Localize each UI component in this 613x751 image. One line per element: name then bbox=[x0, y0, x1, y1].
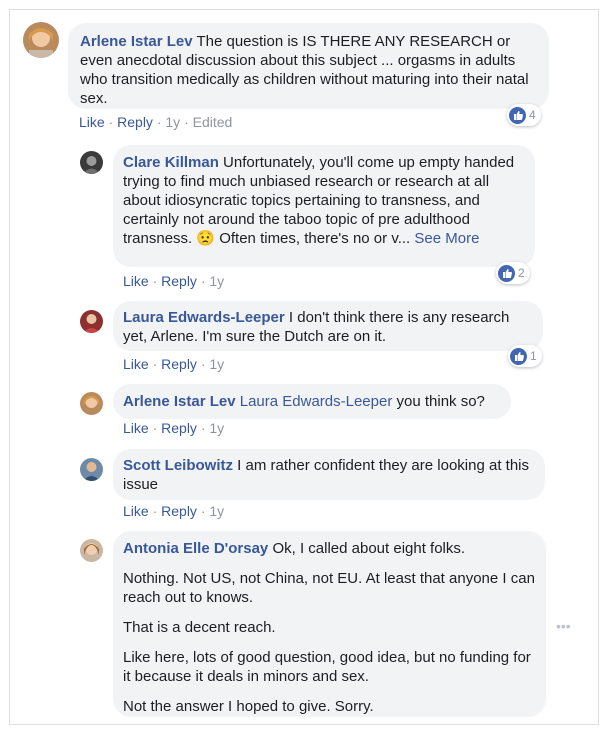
comment-bubble: Antonia Elle D'orsay Ok, I called about … bbox=[113, 531, 546, 717]
comment-bubble: Arlene Istar Lev Laura Edwards-Leeper yo… bbox=[113, 384, 511, 419]
see-more-link[interactable]: See More bbox=[414, 230, 479, 247]
comment-bubble: Scott Leibowitz I am rather confident th… bbox=[113, 449, 545, 500]
comment-paragraph: Nothing. Not US, not China, not EU. At l… bbox=[123, 570, 535, 606]
like-link[interactable]: Like bbox=[123, 273, 149, 289]
timestamp[interactable]: 1y bbox=[209, 356, 224, 372]
ellipsis-icon[interactable]: ••• bbox=[556, 618, 571, 634]
like-link[interactable]: Like bbox=[123, 420, 149, 436]
like-link[interactable]: Like bbox=[79, 114, 105, 130]
comment-actions: Like · Reply · 1y bbox=[123, 503, 225, 519]
avatar[interactable] bbox=[80, 458, 103, 481]
comment-author[interactable]: Antonia Elle D'orsay bbox=[123, 540, 268, 557]
avatar[interactable] bbox=[80, 539, 103, 562]
reaction-count[interactable]: 1 bbox=[508, 345, 542, 367]
comment-text: you think so? bbox=[392, 393, 485, 410]
comment-actions: Like · Reply · 1y bbox=[123, 273, 225, 289]
reaction-count[interactable]: 4 bbox=[507, 104, 541, 126]
comment-author[interactable]: Arlene Istar Lev bbox=[80, 33, 193, 50]
comment-text: Ok, I called about eight folks. bbox=[268, 540, 466, 557]
reply-link[interactable]: Reply bbox=[161, 273, 197, 289]
timestamp[interactable]: 1y bbox=[209, 503, 224, 519]
comment-bubble: Clare Killman Unfortunately, you'll come… bbox=[113, 145, 535, 267]
avatar[interactable] bbox=[80, 392, 103, 415]
comment-author[interactable]: Clare Killman bbox=[123, 154, 219, 171]
timestamp[interactable]: 1y bbox=[209, 420, 224, 436]
comment-author[interactable]: Scott Leibowitz bbox=[123, 457, 233, 474]
comment-first-line: Antonia Elle D'orsay Ok, I called about … bbox=[123, 539, 536, 558]
comment-actions: Like · Reply · 1y bbox=[123, 420, 225, 436]
like-link[interactable]: Like bbox=[123, 356, 149, 372]
comment-paragraph: That is a decent reach. bbox=[123, 619, 276, 636]
like-link[interactable]: Like bbox=[123, 503, 149, 519]
edited-label[interactable]: Edited bbox=[193, 114, 233, 130]
avatar[interactable] bbox=[80, 151, 103, 174]
timestamp[interactable]: 1y bbox=[165, 114, 180, 130]
comment-bubble: Arlene Istar Lev The question is IS THER… bbox=[68, 23, 549, 109]
reply-link[interactable]: Reply bbox=[161, 503, 197, 519]
comment-paragraph: Like here, lots of good question, good i… bbox=[123, 649, 531, 685]
reply-link[interactable]: Reply bbox=[161, 356, 197, 372]
avatar[interactable] bbox=[23, 22, 59, 58]
comment-author[interactable]: Laura Edwards-Leeper bbox=[123, 309, 285, 326]
comment-actions: Like · Reply · 1y · Edited bbox=[79, 114, 233, 130]
reply-link[interactable]: Reply bbox=[117, 114, 153, 130]
like-reaction-icon bbox=[510, 347, 527, 365]
mention-link[interactable]: Laura Edwards-Leeper bbox=[240, 393, 393, 410]
comment-actions: Like · Reply · 1y bbox=[123, 356, 225, 372]
comment-bubble: Laura Edwards-Leeper I don't think there… bbox=[113, 301, 543, 351]
comment-paragraph: Not the answer I hoped to give. Sorry. bbox=[123, 698, 374, 715]
comment-author[interactable]: Arlene Istar Lev bbox=[123, 393, 236, 410]
timestamp[interactable]: 1y bbox=[209, 273, 224, 289]
like-reaction-icon bbox=[509, 106, 526, 124]
reply-link[interactable]: Reply bbox=[161, 420, 197, 436]
reaction-count[interactable]: 2 bbox=[496, 262, 530, 284]
avatar[interactable] bbox=[80, 310, 103, 333]
like-reaction-icon bbox=[498, 264, 515, 282]
